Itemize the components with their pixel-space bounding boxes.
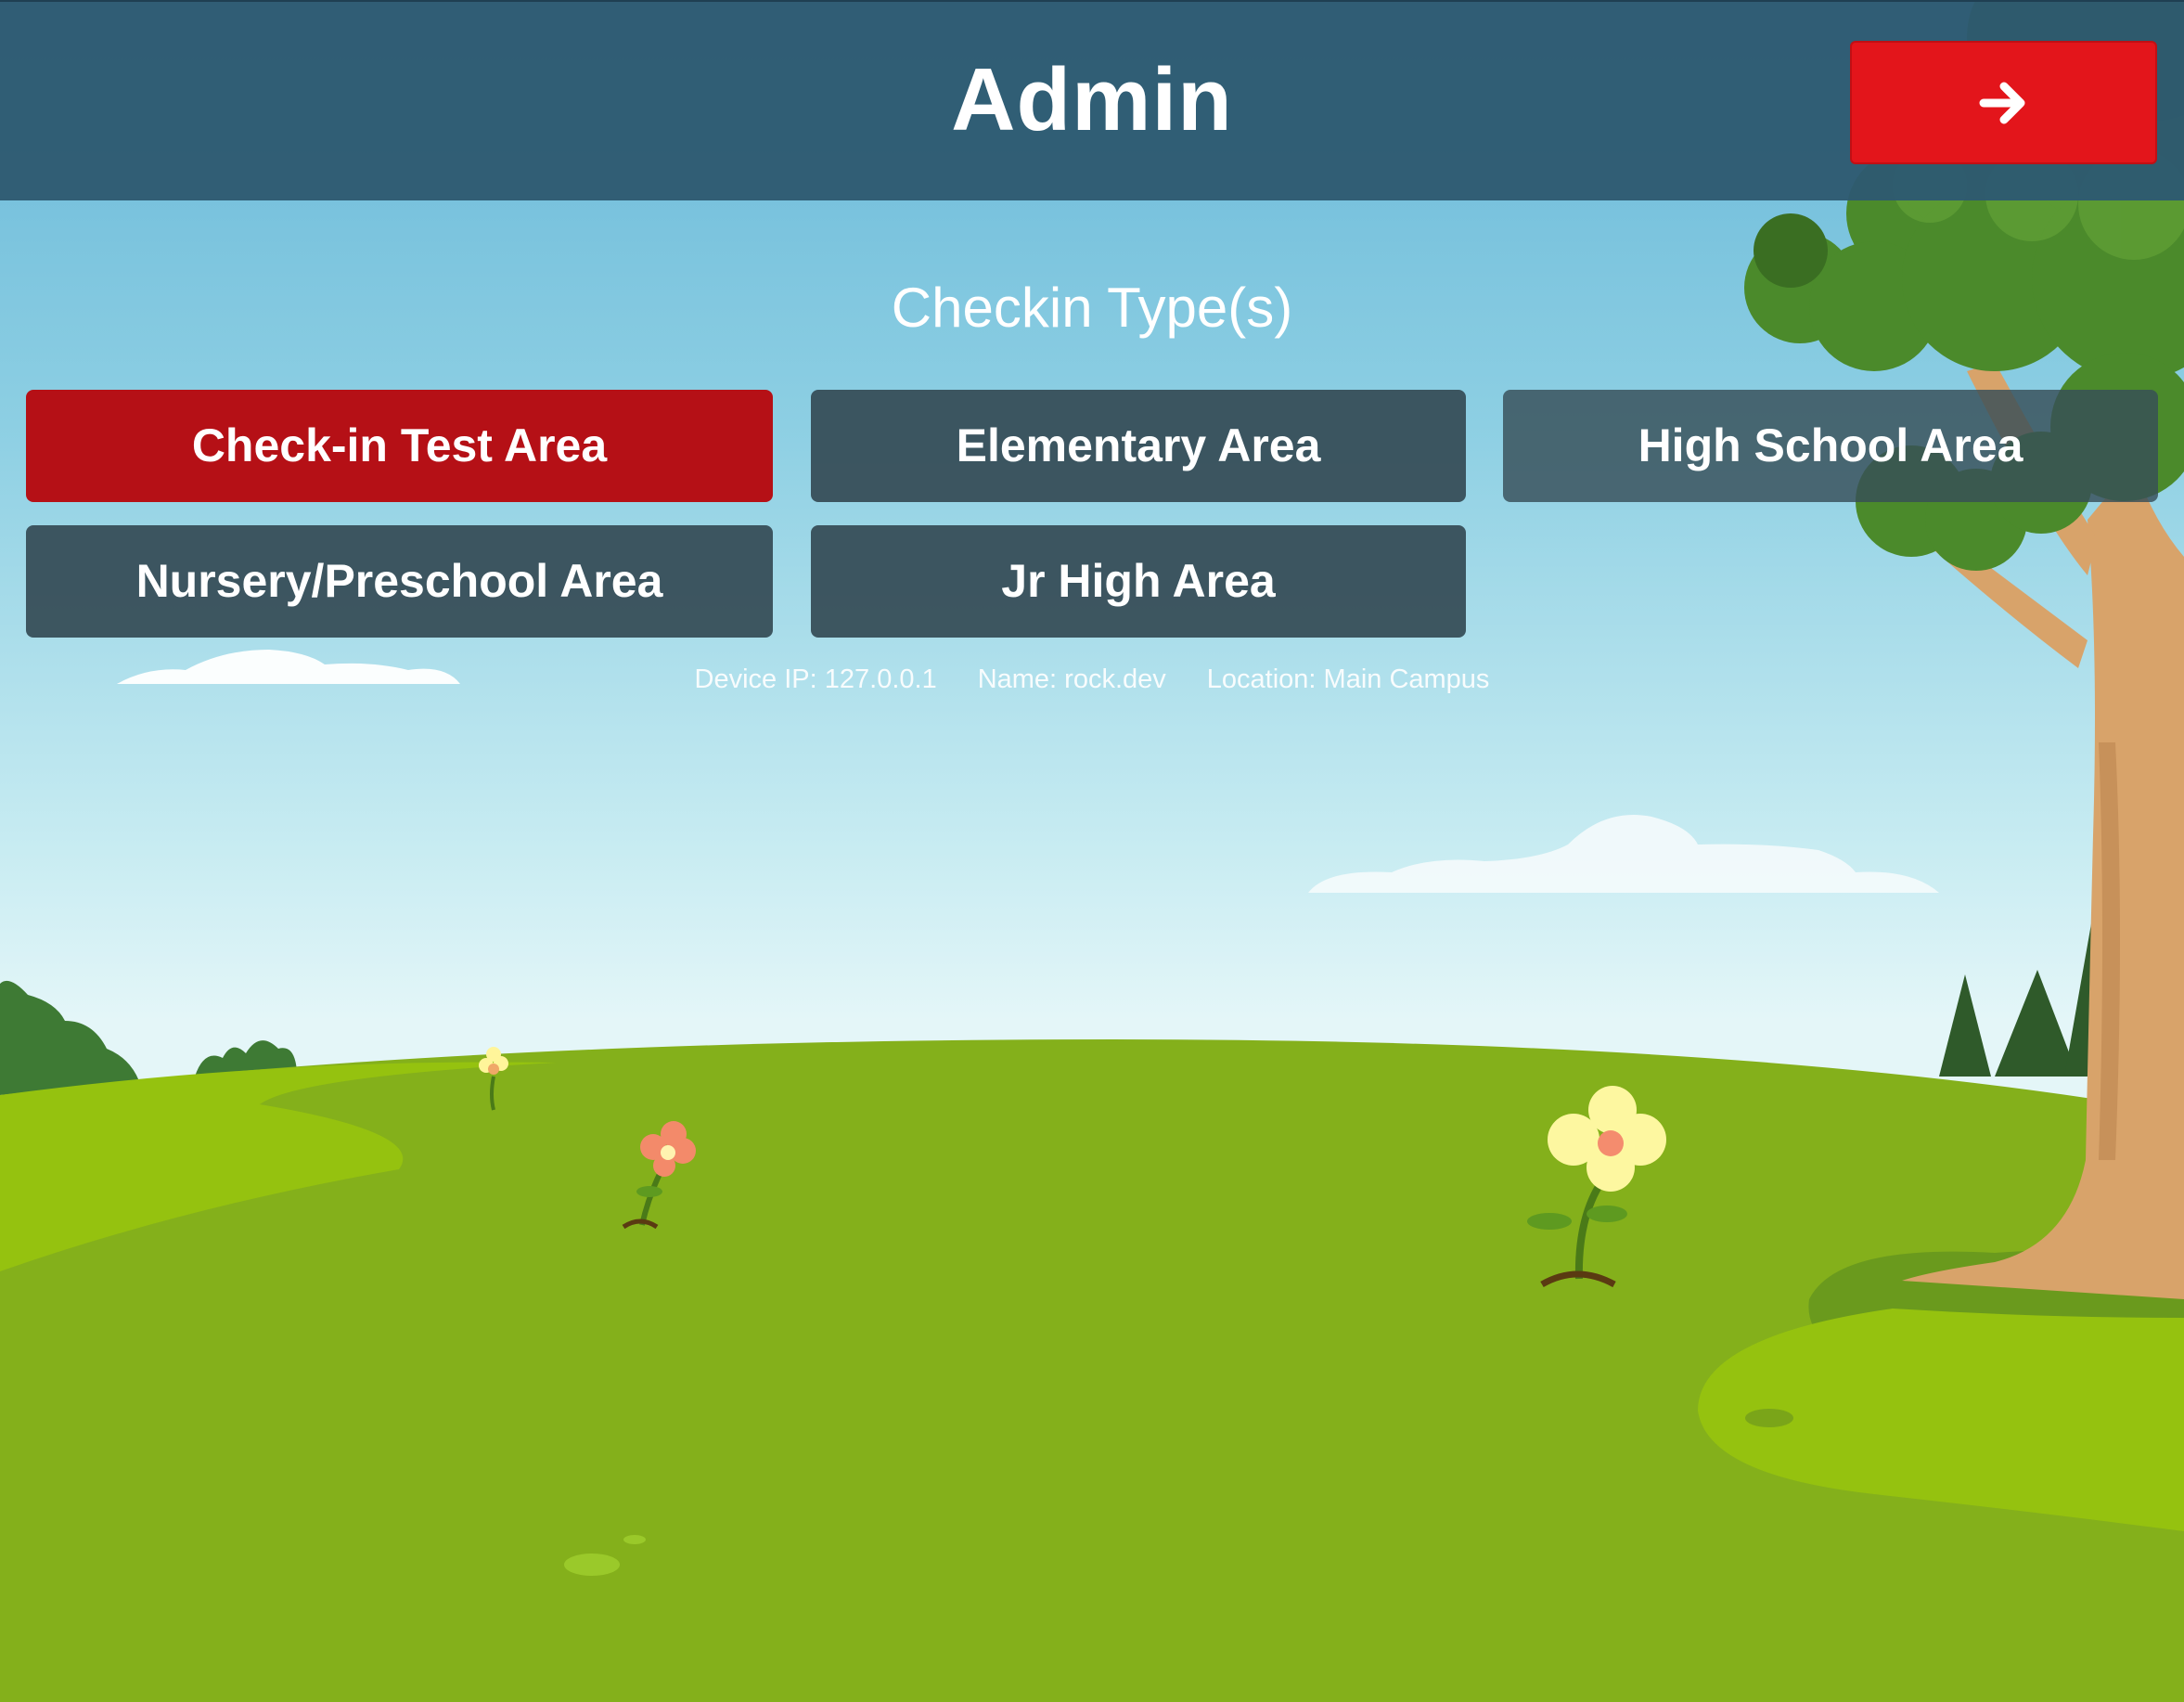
device-location: Location: Main Campus: [1206, 664, 1490, 694]
section-title: Checkin Type(s): [891, 277, 1293, 339]
device-ip: Device IP: 127.0.0.1: [694, 664, 937, 694]
device-name: Name: rock.dev: [977, 664, 1166, 694]
area-button-nursery-preschool[interactable]: Nursery/Preschool Area: [26, 525, 773, 638]
next-button[interactable]: [1850, 41, 2157, 164]
kiosk-screen: Admin Checkin Type(s) Check-in Test Area…: [0, 0, 2184, 1702]
cloud-right: [1308, 815, 1939, 893]
area-button-elementary[interactable]: Elementary Area: [811, 390, 1466, 502]
area-button-check-in-test[interactable]: Check-in Test Area: [26, 390, 773, 502]
area-button-high-school[interactable]: High School Area: [1503, 390, 2158, 502]
area-button-jr-high[interactable]: Jr High Area: [811, 525, 1466, 638]
arrow-right-icon: [1979, 82, 2024, 123]
meadow-background: [0, 0, 2184, 1702]
header-bar: Admin: [0, 0, 2184, 200]
grass-spot-small: [623, 1535, 646, 1544]
grass-spot-right: [1745, 1409, 1793, 1427]
grass-spot: [564, 1554, 620, 1576]
device-info: Device IP: 127.0.0.1 Name: rock.dev Loca…: [0, 661, 2184, 698]
